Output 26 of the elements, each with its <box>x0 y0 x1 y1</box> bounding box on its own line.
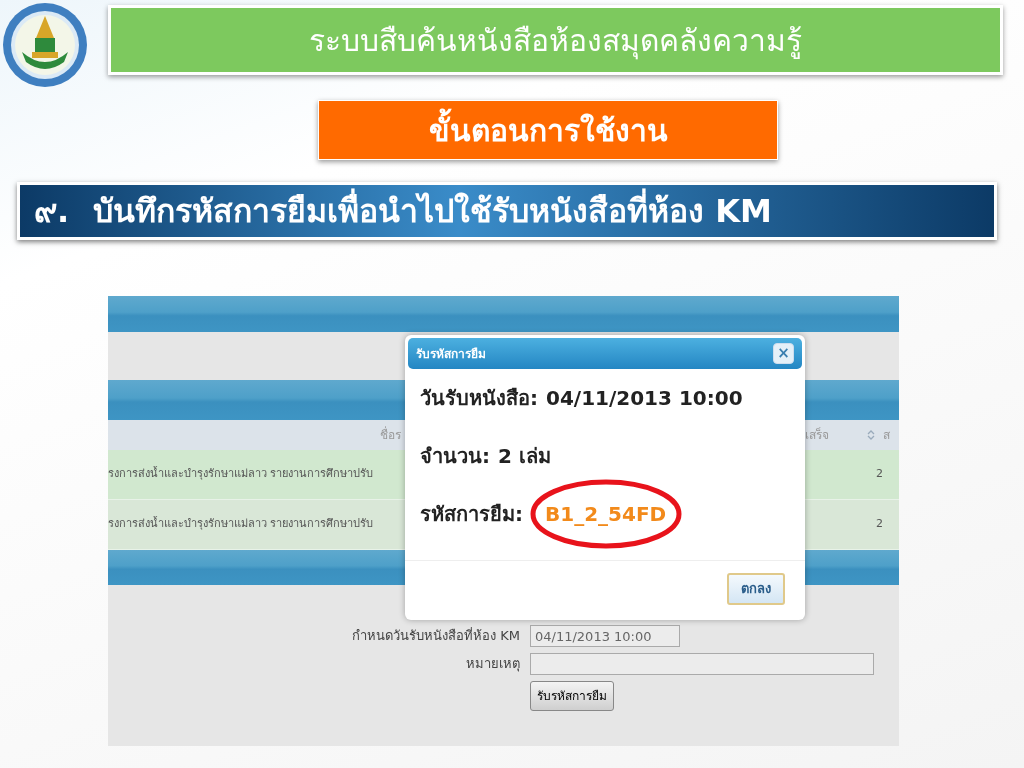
close-button[interactable]: × <box>773 343 794 364</box>
info-label: วันรับหนังสือ: <box>420 385 538 412</box>
slide-subtitle: ขั้นตอนการใช้งาน <box>428 107 668 153</box>
table-cell: รงการส่งน้ำและบำรุงรักษาแม่ลาว รายงานการศึกษาปรับ <box>108 467 374 481</box>
info-value: 04/11/2013 10:00 <box>546 385 743 412</box>
info-value: B1_2_54FD <box>545 499 667 529</box>
step-heading: บันทึกรหัสการยืมเพื่อนำไปใช้รับหนังสือที่ห้อง KM <box>93 187 772 235</box>
table-cell: รงการส่งน้ำและบำรุงรักษาแม่ลาว รายงานการศึกษาปรับ <box>108 517 374 531</box>
dialog-title: รับรหัสการยืม <box>416 345 486 363</box>
input-field[interactable] <box>530 653 874 675</box>
field-label: หมายเหตุ <box>466 656 520 672</box>
step-number: ๙. <box>34 191 70 232</box>
info-label: รหัสการยืม: <box>420 501 523 528</box>
info-label: จำนวน: <box>420 443 490 470</box>
info-value: 2 เล่ม <box>498 443 551 470</box>
ok-button[interactable]: ตกลง <box>727 573 785 605</box>
table-cell: 2 <box>876 517 883 531</box>
column-header[interactable]: ชื่อร <box>380 426 401 444</box>
slide-title: ระบบสืบค้นหนังสือห้องสมุดคลังความรู้ <box>309 21 802 62</box>
field-label: กำหนดวันรับหนังสือที่ห้อง KM <box>352 628 520 644</box>
get-code-button[interactable]: รับรหัสการยืม <box>530 681 614 711</box>
table-cell: 2 <box>876 467 883 481</box>
column-header[interactable]: เสร็จ <box>805 426 829 444</box>
column-header[interactable]: ส <box>883 426 890 444</box>
input-field[interactable]: 04/11/2013 10:00 <box>530 625 680 647</box>
sort-icon[interactable] <box>867 429 875 441</box>
